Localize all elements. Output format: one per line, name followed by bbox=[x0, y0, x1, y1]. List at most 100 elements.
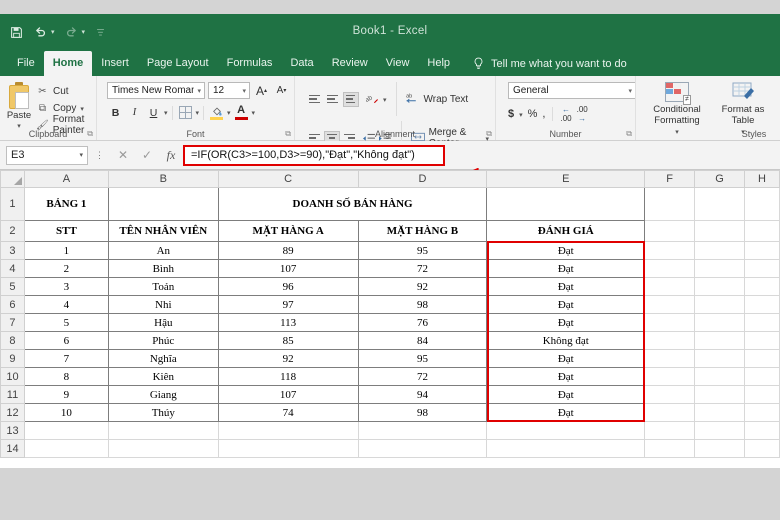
cell-B8[interactable]: Phúc bbox=[107, 331, 219, 350]
cell-H6[interactable] bbox=[744, 295, 780, 314]
cell-G3[interactable] bbox=[694, 241, 745, 260]
cell-A7[interactable]: 5 bbox=[23, 313, 109, 332]
row-header-9[interactable]: 9 bbox=[0, 349, 25, 368]
cell-D13[interactable] bbox=[357, 421, 488, 440]
cell-H12[interactable] bbox=[744, 403, 780, 422]
cell-A5[interactable]: 3 bbox=[23, 277, 109, 296]
redo-dropdown-icon[interactable]: ▾ bbox=[82, 28, 86, 36]
cell-A8[interactable]: 6 bbox=[23, 331, 109, 350]
cell-F6[interactable] bbox=[644, 295, 696, 314]
cell-G12[interactable] bbox=[694, 403, 745, 422]
cell-E3[interactable]: Đạt bbox=[486, 241, 646, 260]
tab-formulas[interactable]: Formulas bbox=[218, 51, 282, 76]
cell-B14[interactable] bbox=[107, 439, 219, 458]
undo-dropdown-icon[interactable]: ▾ bbox=[51, 28, 55, 36]
cell-B4[interactable]: Bình bbox=[107, 259, 219, 278]
cell-A6[interactable]: 4 bbox=[23, 295, 109, 314]
row-header-10[interactable]: 10 bbox=[0, 367, 25, 386]
enter-icon[interactable]: ✓ bbox=[135, 148, 159, 162]
number-format-select[interactable]: General ▾ bbox=[508, 82, 636, 99]
row-header-14[interactable]: 14 bbox=[0, 439, 25, 458]
cell-F11[interactable] bbox=[644, 385, 696, 404]
borders-button[interactable] bbox=[177, 104, 194, 121]
cell-D11[interactable]: 94 bbox=[357, 385, 488, 404]
cancel-icon[interactable]: ✕ bbox=[111, 148, 135, 162]
cell-G14[interactable] bbox=[694, 439, 745, 458]
tab-review[interactable]: Review bbox=[323, 51, 377, 76]
italic-button[interactable]: I bbox=[126, 104, 143, 121]
font-size-input[interactable]: 12 ▾ bbox=[208, 82, 250, 99]
row-header-13[interactable]: 13 bbox=[0, 421, 25, 440]
cell-A9[interactable]: 7 bbox=[23, 349, 109, 368]
column-header-D[interactable]: D bbox=[357, 170, 488, 188]
decrease-decimal-button[interactable]: .00 → bbox=[577, 105, 588, 123]
tab-insert[interactable]: Insert bbox=[92, 51, 138, 76]
cell-H9[interactable] bbox=[744, 349, 780, 368]
cell-A13[interactable] bbox=[23, 421, 109, 440]
row-header-7[interactable]: 7 bbox=[0, 313, 25, 332]
cell-D8[interactable]: 84 bbox=[357, 331, 488, 350]
cell-C2[interactable]: MẶT HÀNG A bbox=[217, 220, 359, 242]
font-color-chevron-down-icon[interactable]: ▾ bbox=[252, 109, 256, 117]
tell-me-box[interactable]: Tell me what you want to do bbox=[473, 57, 627, 76]
formula-bar-grip[interactable]: ⋮ bbox=[95, 150, 104, 161]
cell-A4[interactable]: 2 bbox=[23, 259, 109, 278]
cf-chevron-down-icon[interactable]: ▾ bbox=[675, 127, 679, 138]
cell-H4[interactable] bbox=[744, 259, 780, 278]
comma-button[interactable]: , bbox=[542, 108, 545, 120]
cell-H11[interactable] bbox=[744, 385, 780, 404]
cell-D7[interactable]: 76 bbox=[357, 313, 488, 332]
copy-chevron-down-icon[interactable]: ▾ bbox=[80, 105, 84, 113]
cell-G4[interactable] bbox=[694, 259, 745, 278]
cell-G13[interactable] bbox=[694, 421, 745, 440]
font-size-chevron-down-icon[interactable]: ▾ bbox=[242, 87, 246, 95]
alignment-dialog-launcher-icon[interactable]: ⧉ bbox=[486, 129, 492, 139]
row-header-11[interactable]: 11 bbox=[0, 385, 25, 404]
underline-chevron-down-icon[interactable]: ▾ bbox=[164, 109, 168, 117]
cell-D12[interactable]: 98 bbox=[357, 403, 488, 422]
cell-F3[interactable] bbox=[644, 241, 696, 260]
fill-color-button[interactable] bbox=[208, 104, 225, 121]
cell-C6[interactable]: 97 bbox=[217, 295, 359, 314]
cell-G2[interactable] bbox=[694, 220, 745, 242]
currency-chevron-down-icon[interactable]: ▾ bbox=[519, 111, 523, 119]
tab-data[interactable]: Data bbox=[281, 51, 322, 76]
cell-E13[interactable] bbox=[486, 421, 646, 440]
cell-E14[interactable] bbox=[486, 439, 646, 458]
cell-H3[interactable] bbox=[744, 241, 780, 260]
cell-A14[interactable] bbox=[23, 439, 109, 458]
cell-E4[interactable]: Đạt bbox=[486, 259, 646, 278]
cell-H5[interactable] bbox=[744, 277, 780, 296]
row-header-1[interactable]: 1 bbox=[0, 187, 25, 221]
conditional-formatting-button[interactable]: ≠ Conditional Formatting ▾ bbox=[646, 82, 708, 138]
cell-B1[interactable] bbox=[107, 187, 219, 221]
bold-button[interactable]: B bbox=[107, 104, 124, 121]
cell-C12[interactable]: 74 bbox=[217, 403, 359, 422]
row-header-4[interactable]: 4 bbox=[0, 259, 25, 278]
cell-E6[interactable]: Đạt bbox=[486, 295, 646, 314]
cell-G8[interactable] bbox=[694, 331, 745, 350]
cell-E9[interactable]: Đạt bbox=[486, 349, 646, 368]
column-header-F[interactable]: F bbox=[644, 170, 696, 188]
cell-C5[interactable]: 96 bbox=[217, 277, 359, 296]
column-header-H[interactable]: H bbox=[744, 170, 780, 188]
tab-view[interactable]: View bbox=[377, 51, 419, 76]
cell-A1[interactable]: BẢNG 1 bbox=[23, 187, 109, 221]
cell-C14[interactable] bbox=[217, 439, 359, 458]
increase-decimal-button[interactable]: ← .00 bbox=[560, 105, 571, 123]
cell-B11[interactable]: Giang bbox=[107, 385, 219, 404]
cell-B9[interactable]: Nghĩa bbox=[107, 349, 219, 368]
cell-D6[interactable]: 98 bbox=[357, 295, 488, 314]
cell-H10[interactable] bbox=[744, 367, 780, 386]
cell-H8[interactable] bbox=[744, 331, 780, 350]
cell-G10[interactable] bbox=[694, 367, 745, 386]
row-header-3[interactable]: 3 bbox=[0, 241, 25, 260]
cell-F7[interactable] bbox=[644, 313, 696, 332]
cell-F2[interactable] bbox=[644, 220, 696, 242]
cell-B10[interactable]: Kiên bbox=[107, 367, 219, 386]
cell-B13[interactable] bbox=[107, 421, 219, 440]
cell-F10[interactable] bbox=[644, 367, 696, 386]
cell-A2[interactable]: STT bbox=[23, 220, 109, 242]
cell-C1-merged[interactable]: DOANH SỐ BÁN HÀNG bbox=[217, 187, 488, 221]
cell-F8[interactable] bbox=[644, 331, 696, 350]
